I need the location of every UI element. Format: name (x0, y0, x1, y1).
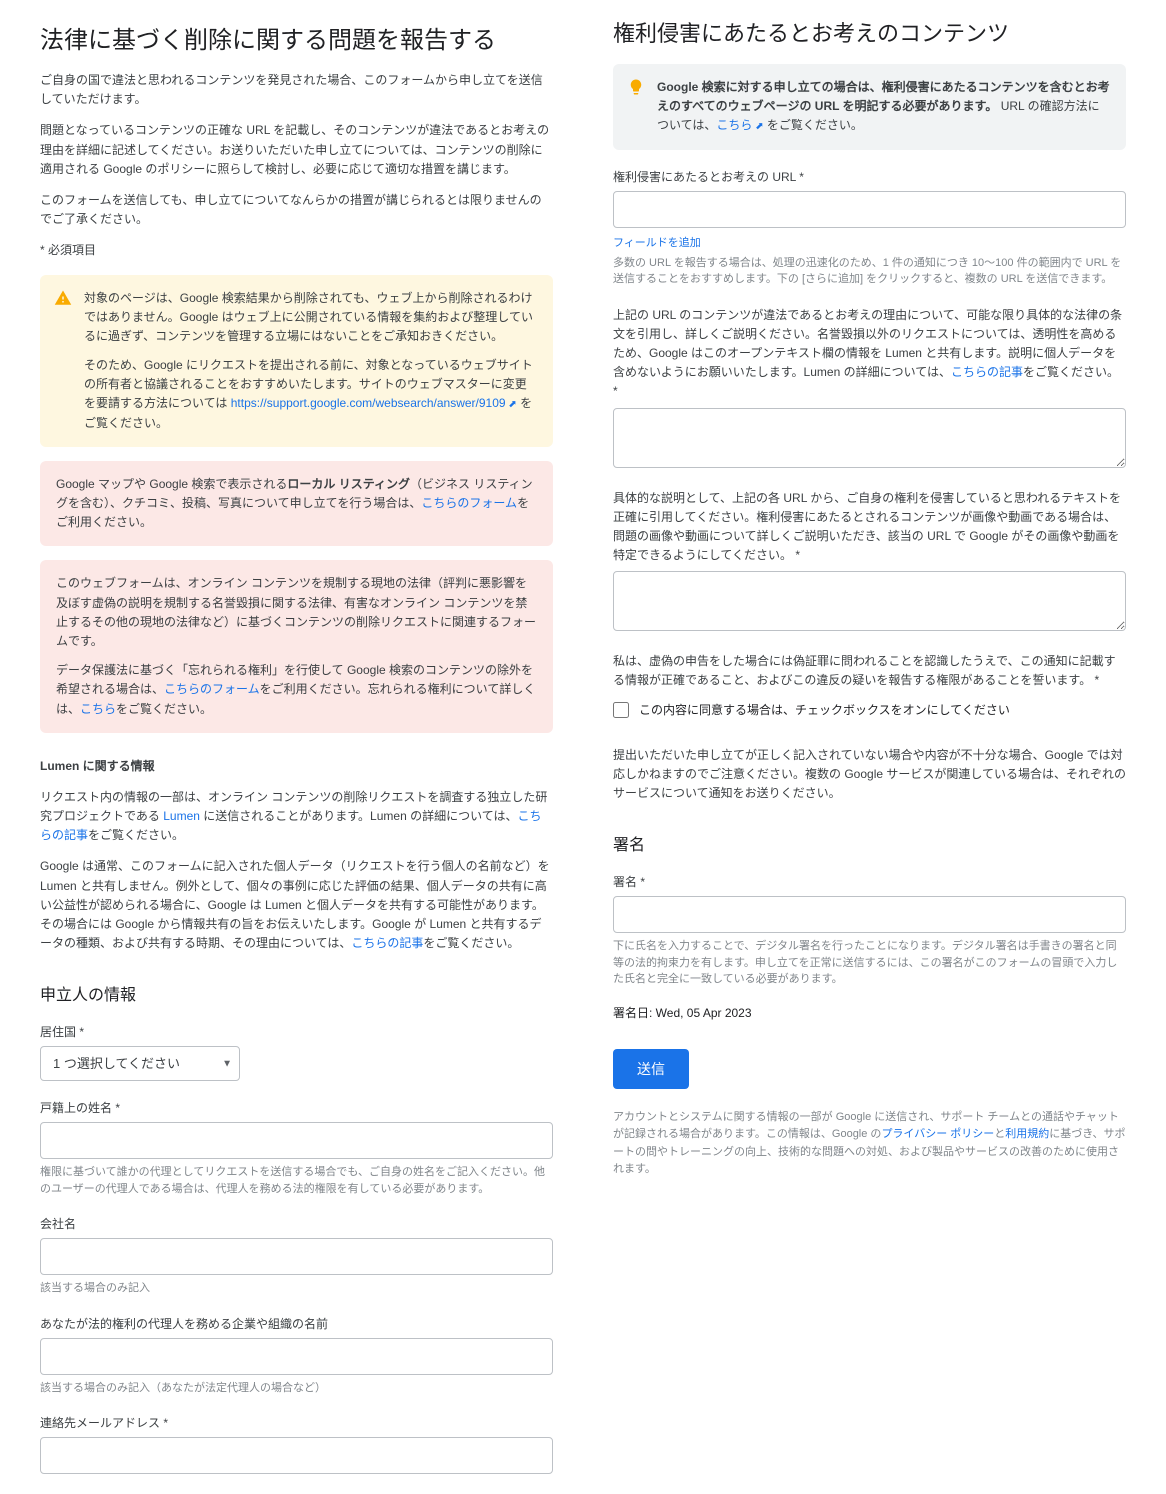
form-scope-para-2: データ保護法に基づく「忘れられる権利」を行使して Google 検索のコンテンツ… (56, 661, 537, 719)
oath-checkbox-row: この内容に同意する場合は、チェックボックスをオンにしてください (613, 701, 1126, 718)
webmaster-help-link[interactable]: https://support.google.com/websearch/ans… (231, 396, 517, 410)
page-title: 法律に基づく削除に関する問題を報告する (40, 20, 553, 55)
signature-hint: 下に氏名を入力することで、デジタル署名を行ったことになります。デジタル署名は手書… (613, 938, 1126, 988)
rtbf-info-link[interactable]: こちら (80, 702, 116, 716)
url-info-text: Google 検索に対する申し立ての場合は、権利侵害にあたるコンテンツを含むとお… (657, 78, 1110, 136)
rep-input[interactable] (40, 1338, 553, 1375)
oath-checkbox-label: この内容に同意する場合は、チェックボックスをオンにしてください (639, 701, 1010, 718)
warning-box: 対象のページは、Google 検索結果から削除されても、ウェブ上から削除されるわ… (40, 275, 553, 447)
url-info-box: Google 検索に対する申し立ての場合は、権利侵害にあたるコンテンツを含むとお… (613, 64, 1126, 150)
rep-label: あなたが法的権利の代理人を務める企業や組織の名前 (40, 1315, 553, 1332)
privacy-policy-link[interactable]: プライバシー ポリシー (881, 1128, 994, 1140)
intro-para-2: 問題となっているコンテンツの正確な URL を記載し、そのコンテンツが違法である… (40, 121, 553, 179)
detail-label: 具体的な説明として、上記の各 URL から、ご自身の権利を侵害していると思われる… (613, 489, 1126, 566)
legalname-hint: 権限に基づいて誰かの代理としてリクエストを送信する場合でも、ご自身の姓名をご記入… (40, 1164, 553, 1197)
rep-hint: 該当する場合のみ記入（あなたが法定代理人の場合など） (40, 1380, 553, 1397)
signature-label: 署名 * (613, 873, 1126, 890)
local-listing-form-link[interactable]: こちらのフォーム (421, 496, 517, 510)
legalname-input[interactable] (40, 1122, 553, 1159)
add-field-link[interactable]: フィールドを追加 (613, 234, 701, 250)
local-listing-box: Google マップや Google 検索で表示されるローカル リスティング（ビ… (40, 461, 553, 547)
url-howto-link[interactable]: こちら (716, 118, 763, 132)
url-label: 権利侵害にあたるとお考えの URL * (613, 168, 1126, 185)
lightbulb-icon (627, 78, 645, 96)
warning-icon (54, 289, 72, 307)
warning-para-1: 対象のページは、Google 検索結果から削除されても、ウェブ上から削除されるわ… (84, 289, 537, 347)
reason-label: 上記の URL のコンテンツが違法であるとお考えの理由について、可能な限り具体的… (613, 306, 1126, 402)
company-label: 会社名 (40, 1215, 553, 1232)
lumen-link[interactable]: Lumen (163, 809, 200, 823)
submit-button[interactable]: 送信 (613, 1049, 689, 1089)
company-input[interactable] (40, 1238, 553, 1275)
lumen-heading: Lumen に関する情報 (40, 757, 553, 776)
signature-heading: 署名 (613, 831, 1126, 855)
legalname-label: 戸籍上の姓名 * (40, 1099, 553, 1116)
country-label: 居住国 * (40, 1023, 553, 1040)
company-hint: 該当する場合のみ記入 (40, 1280, 553, 1297)
url-hint: 多数の URL を報告する場合は、処理の迅速化のため、1 件の通知につき 10～… (613, 255, 1126, 288)
tos-link[interactable]: 利用規約 (1005, 1128, 1049, 1140)
form-scope-para-1: このウェブフォームは、オンライン コンテンツを規制する現地の法律（評判に悪影響を… (56, 574, 537, 651)
left-column: 法律に基づく削除に関する問題を報告する ご自身の国で違法と思われるコンテンツを発… (40, 20, 553, 1474)
rtbf-form-link[interactable]: こちらのフォーム (164, 682, 260, 696)
email-label: 連絡先メールアドレス * (40, 1414, 553, 1431)
content-heading: 権利侵害にあたるとお考えのコンテンツ (613, 16, 1126, 48)
lumen-para-1: リクエスト内の情報の一部は、オンライン コンテンツの削除リクエストを調査する独立… (40, 788, 553, 846)
right-column: 権利侵害にあたるとお考えのコンテンツ Google 検索に対する申し立ての場合は… (613, 20, 1126, 1474)
lumen-article-link-2[interactable]: こちらの記事 (351, 936, 423, 950)
detail-textarea[interactable] (613, 571, 1126, 631)
oath-text: 私は、虚偽の申告をした場合には偽証罪に問われることを認識したうえで、この通知に記… (613, 652, 1126, 690)
warning-para-2: そのため、Google にリクエストを提出される前に、対象となっているウェブサイ… (84, 356, 537, 433)
signature-date-value: Wed, 05 Apr 2023 (656, 1006, 752, 1020)
intro-para-1: ご自身の国で違法と思われるコンテンツを発見された場合、このフォームから申し立てを… (40, 71, 553, 109)
signature-input[interactable] (613, 896, 1126, 933)
country-select[interactable]: 1 つ選択してください (40, 1046, 240, 1081)
footer-note: アカウントとシステムに関する情報の一部が Google に送信され、サポート チ… (613, 1109, 1126, 1179)
reason-lumen-link[interactable]: こちらの記事 (951, 365, 1023, 379)
lumen-para-2: Google は通常、このフォームに記入された個人データ（リクエストを行う個人の… (40, 857, 553, 953)
applicant-heading: 申立人の情報 (40, 981, 553, 1005)
signature-date: 署名日: Wed, 05 Apr 2023 (613, 1004, 1126, 1021)
email-input[interactable] (40, 1437, 553, 1474)
oath-checkbox[interactable] (613, 702, 629, 718)
required-note: * 必須項目 (40, 241, 553, 260)
url-input[interactable] (613, 191, 1126, 228)
form-scope-box: このウェブフォームは、オンライン コンテンツを規制する現地の法律（評判に悪影響を… (40, 560, 553, 732)
local-listing-text: Google マップや Google 検索で表示されるローカル リスティング（ビ… (56, 475, 537, 533)
intro-para-3: このフォームを送信しても、申し立てについてなんらかの措置が講じられるとは限りませ… (40, 191, 553, 229)
submit-note: 提出いただいた申し立てが正しく記入されていない場合や内容が不十分な場合、Goog… (613, 746, 1126, 804)
country-select-wrap[interactable]: 1 つ選択してください ▼ (40, 1046, 240, 1081)
reason-textarea[interactable] (613, 408, 1126, 468)
